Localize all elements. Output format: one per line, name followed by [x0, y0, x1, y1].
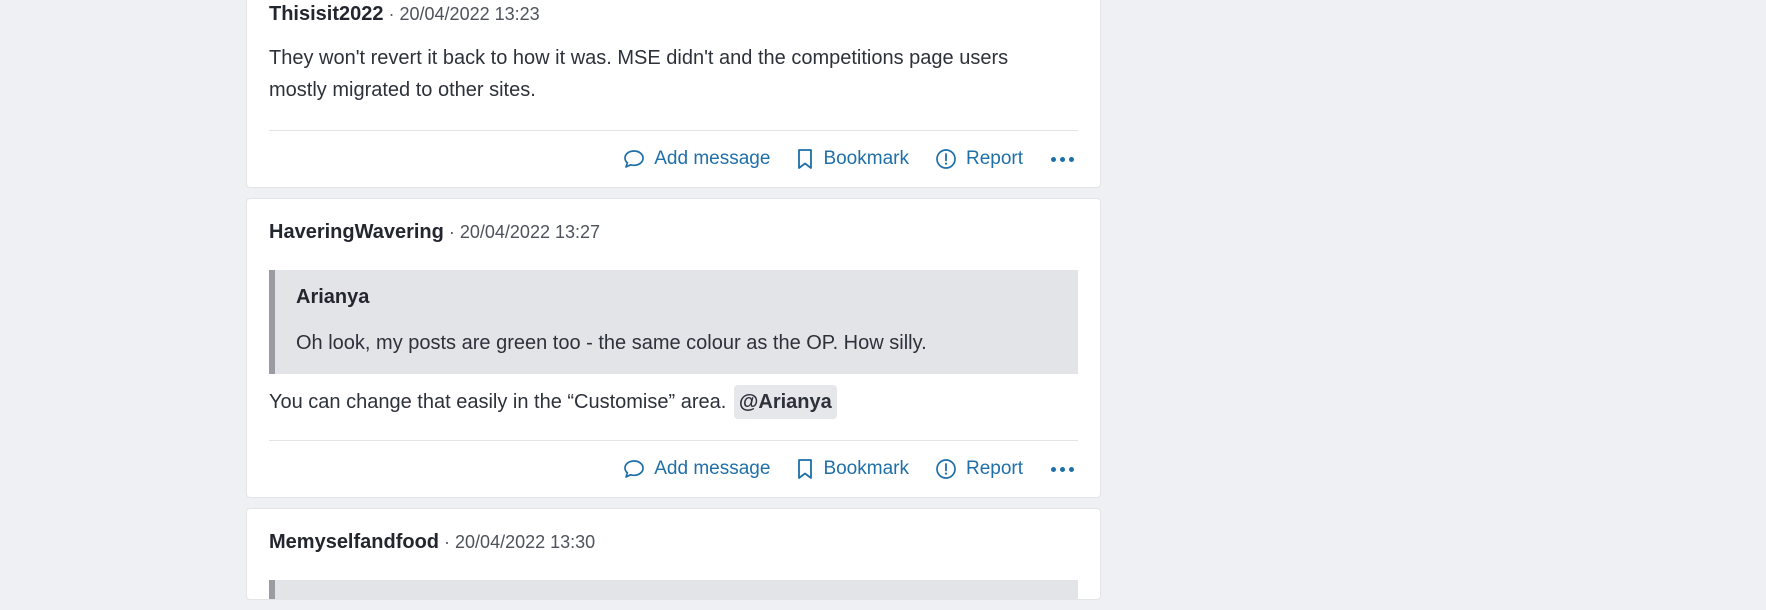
report-label: Report: [965, 148, 1023, 169]
username[interactable]: Thisisit2022: [269, 3, 384, 26]
thread: Thisisit2022 · 20/04/2022 13:23 They won…: [246, 0, 1101, 610]
report-label: Report: [965, 458, 1023, 479]
dot: [1051, 466, 1056, 472]
quote-block[interactable]: Arianya Oh look, my posts are green too …: [269, 270, 1078, 374]
quote-author: Arianya: [296, 286, 370, 308]
dot: [1060, 466, 1065, 472]
post-header: HaveringWavering · 20/04/2022 13:27: [269, 199, 1078, 244]
more-options-icon[interactable]: [1051, 156, 1074, 162]
alert-circle-icon: [936, 459, 956, 479]
quote-block[interactable]: [269, 580, 1078, 599]
add-message-label: Add message: [654, 458, 771, 479]
user-mention[interactable]: @Arianya: [733, 385, 837, 419]
report-button[interactable]: Report: [935, 458, 1023, 480]
post-body: You can change that easily in the “Custo…: [269, 384, 1078, 440]
post-actions: Add message Bookmark Report: [269, 440, 1078, 497]
bookmark-label: Bookmark: [823, 148, 909, 169]
dot: [1051, 156, 1056, 162]
speech-bubble-icon: [624, 150, 645, 168]
dot: [1069, 466, 1074, 472]
report-button[interactable]: Report: [935, 148, 1023, 170]
dot: [1060, 156, 1065, 162]
post-timestamp[interactable]: 20/04/2022 13:27: [460, 222, 600, 243]
post: Memyselfandfood · 20/04/2022 13:30: [246, 508, 1101, 600]
bookmark-icon: [798, 459, 813, 479]
more-options-icon[interactable]: [1051, 466, 1074, 472]
post-body: They won't revert it back to how it was.…: [269, 47, 1009, 101]
post-header: Memyselfandfood · 20/04/2022 13:30: [269, 509, 1078, 554]
post-header: Thisisit2022 · 20/04/2022 13:23: [269, 0, 1078, 26]
post-timestamp[interactable]: 20/04/2022 13:30: [455, 532, 595, 553]
add-message-label: Add message: [654, 148, 771, 169]
post-timestamp[interactable]: 20/04/2022 13:23: [400, 4, 540, 25]
username[interactable]: Memyselfandfood: [269, 531, 439, 554]
add-message-button[interactable]: Add message: [623, 148, 770, 170]
bookmark-icon: [798, 149, 813, 169]
reply-text: You can change that easily in the “Custo…: [269, 391, 727, 413]
quote-text: Oh look, my posts are green too - the sa…: [296, 332, 927, 354]
alert-circle-icon: [936, 149, 956, 169]
add-message-button[interactable]: Add message: [623, 458, 770, 480]
bookmark-button[interactable]: Bookmark: [796, 148, 909, 170]
post: Thisisit2022 · 20/04/2022 13:23 They won…: [246, 0, 1101, 188]
bookmark-button[interactable]: Bookmark: [796, 458, 909, 480]
username[interactable]: HaveringWavering: [269, 221, 444, 244]
post-actions: Add message Bookmark Report: [269, 130, 1078, 187]
dot: [1069, 156, 1074, 162]
speech-bubble-icon: [624, 460, 645, 478]
bookmark-label: Bookmark: [823, 458, 909, 479]
separator: ·: [444, 532, 451, 552]
separator: ·: [388, 4, 395, 24]
post: HaveringWavering · 20/04/2022 13:27 Aria…: [246, 198, 1101, 498]
separator: ·: [448, 222, 455, 242]
